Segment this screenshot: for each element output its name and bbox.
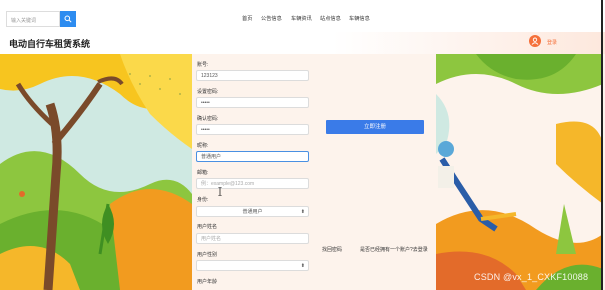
nav-item-home[interactable]: 首页 bbox=[242, 15, 252, 22]
search-icon bbox=[64, 15, 72, 23]
user-icon bbox=[531, 37, 539, 45]
password-label: 设置密码: bbox=[197, 89, 219, 95]
avatar[interactable] bbox=[529, 35, 541, 47]
account-label: 账号: bbox=[197, 62, 209, 68]
search-button[interactable] bbox=[60, 11, 76, 27]
gender-select[interactable]: ⬍ bbox=[196, 260, 309, 271]
confirm-password-input[interactable]: ••••• bbox=[196, 124, 309, 135]
confirm-password-label: 确认密码: bbox=[197, 116, 219, 122]
window-edge bbox=[601, 0, 603, 290]
identity-select[interactable]: 普通用户 ⬍ bbox=[196, 206, 309, 217]
identity-label: 身份: bbox=[197, 197, 209, 203]
nickname-input[interactable]: 普通用户 bbox=[196, 151, 309, 162]
email-label: 邮箱: bbox=[197, 170, 209, 176]
watermark: CSDN @vx_1_CXKF10088 bbox=[474, 272, 589, 282]
left-illustration bbox=[0, 54, 192, 290]
email-input[interactable]: 例：example@123.com bbox=[196, 178, 309, 189]
age-label: 用户年龄 bbox=[197, 279, 218, 285]
nav-item-notice[interactable]: 公告信息 bbox=[261, 15, 282, 22]
cursor-icon bbox=[218, 187, 222, 196]
header-bar bbox=[0, 32, 605, 54]
go-login-link[interactable]: 是否已经拥有一个账户?去登录 bbox=[360, 246, 428, 253]
nav-item-vehicles[interactable]: 车辆信息 bbox=[349, 15, 370, 22]
register-button[interactable]: 立即注册 bbox=[326, 120, 424, 134]
page-title: 电动自行车租赁系统 bbox=[9, 39, 91, 49]
nav-item-news[interactable]: 车辆资讯 bbox=[291, 15, 312, 22]
nickname-label: 昵称: bbox=[197, 143, 209, 149]
forgot-password-link[interactable]: 找回密码 bbox=[322, 246, 342, 253]
gender-label: 用户性别 bbox=[197, 252, 218, 258]
account-input[interactable]: 123123 bbox=[196, 70, 309, 81]
username-label: 用户姓名 bbox=[197, 224, 218, 230]
nav-item-stations[interactable]: 站点信息 bbox=[320, 15, 341, 22]
username-placeholder: 用户姓名 bbox=[201, 236, 222, 242]
chevron-down-icon: ⬍ bbox=[300, 263, 305, 269]
password-input[interactable]: ••••• bbox=[196, 97, 309, 108]
chevron-down-icon: ⬍ bbox=[300, 209, 305, 215]
identity-value: 普通用户 bbox=[242, 209, 263, 215]
login-link[interactable]: 登录 bbox=[547, 39, 557, 46]
username-input[interactable]: 用户姓名 bbox=[196, 233, 309, 244]
email-placeholder: 例：example@123.com bbox=[201, 181, 255, 187]
search-input[interactable]: 输入关键词 bbox=[6, 11, 60, 27]
right-illustration bbox=[436, 54, 603, 290]
